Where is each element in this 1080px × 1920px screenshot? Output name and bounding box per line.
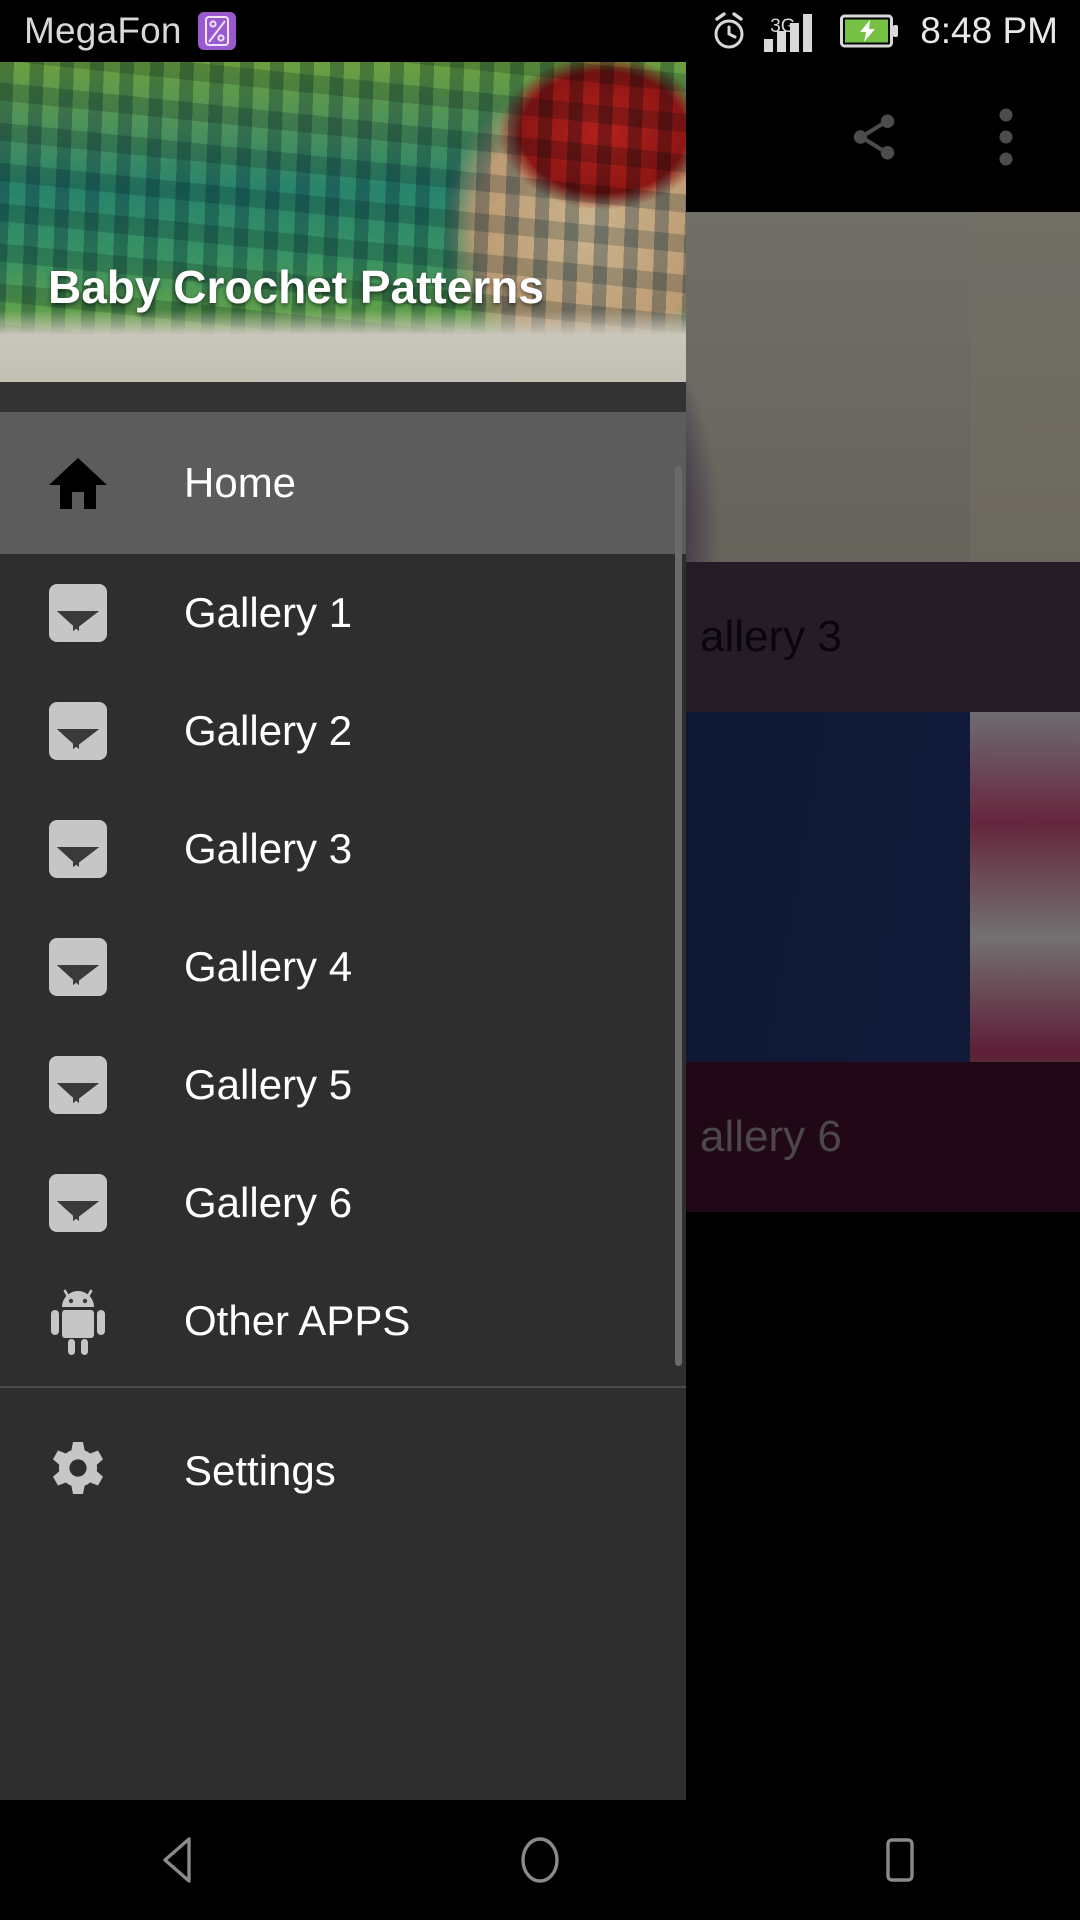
sidebar-item-gallery-2[interactable]: Gallery 2 [0, 672, 686, 790]
sidebar-item-gallery-6[interactable]: Gallery 6 [0, 1144, 686, 1262]
photo-icon [38, 820, 118, 878]
network-type-label: 3G [770, 16, 796, 37]
sidebar-item-label: Gallery 1 [184, 589, 353, 636]
photo-icon [38, 584, 118, 642]
sidebar-item-label: Home [184, 459, 297, 506]
status-bar: MegaFon 3G 8:48 PM [0, 0, 1080, 62]
sidebar-item-label: Gallery 6 [184, 1179, 353, 1226]
navigation-drawer: Baby Crochet Patterns Home Gallery 1 Gal… [0, 62, 686, 1800]
home-circle-icon [521, 1837, 559, 1883]
sidebar-item-label: Gallery 5 [184, 1061, 353, 1108]
android-icon [38, 1285, 118, 1357]
sim-photo-glyph [204, 16, 229, 46]
alarm-clock-icon [714, 12, 744, 49]
sidebar-item-label: Settings [184, 1447, 336, 1494]
nav-recents-button[interactable] [800, 1800, 1000, 1920]
drawer-header-title: Baby Crochet Patterns [48, 261, 544, 313]
sidebar-item-other-apps[interactable]: Other APPS [0, 1262, 686, 1380]
sidebar-item-gallery-3[interactable]: Gallery 3 [0, 790, 686, 908]
carrier-name: MegaFon [24, 10, 182, 51]
back-triangle-icon [163, 1837, 191, 1883]
sidebar-item-home[interactable]: Home [0, 412, 686, 554]
drawer-scrollbar[interactable] [675, 466, 682, 1366]
drawer-header: Baby Crochet Patterns [0, 62, 686, 382]
sidebar-item-gallery-5[interactable]: Gallery 5 [0, 1026, 686, 1144]
drawer-header-gap [0, 382, 686, 412]
home-icon [38, 454, 118, 512]
status-icons: 3G 8:48 PM [708, 9, 1058, 53]
gear-icon [38, 1439, 118, 1503]
battery-charging-icon [840, 14, 899, 48]
sidebar-item-gallery-1[interactable]: Gallery 1 [0, 554, 686, 672]
nav-back-button[interactable] [80, 1800, 280, 1920]
sidebar-item-label: Other APPS [184, 1297, 411, 1344]
system-navigation-bar [0, 1800, 1080, 1920]
photo-icon [38, 702, 118, 760]
recents-square-icon [886, 1838, 914, 1882]
signal-bars-icon: 3G [764, 10, 826, 52]
drawer-item-list: Home Gallery 1 Gallery 2 Gallery 3 Galle… [0, 412, 686, 1530]
sidebar-item-label: Gallery 3 [184, 825, 353, 872]
android-icon-glyph [51, 1289, 105, 1355]
photo-icon [38, 1174, 118, 1232]
nav-home-button[interactable] [440, 1800, 640, 1920]
sim-photo-icon [197, 12, 236, 50]
sidebar-item-label: Gallery 2 [184, 707, 353, 754]
sidebar-item-gallery-4[interactable]: Gallery 4 [0, 908, 686, 1026]
drawer-footer: Settings [0, 1388, 686, 1530]
phone-screen: MegaFon 3G 8:48 PM allery 3 allery 6 Bab… [0, 0, 1080, 1920]
home-icon-glyph [49, 458, 107, 509]
photo-icon [38, 1056, 118, 1114]
sidebar-item-label: Gallery 4 [184, 943, 353, 990]
gear-icon-glyph [53, 1442, 103, 1494]
sidebar-item-settings[interactable]: Settings [0, 1412, 686, 1530]
status-clock: 8:48 PM [920, 10, 1058, 51]
photo-icon [38, 938, 118, 996]
